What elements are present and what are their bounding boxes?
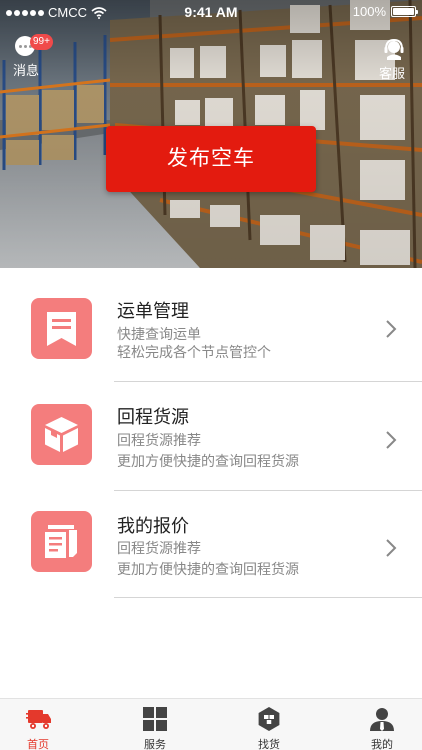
battery-info: 100%	[352, 4, 418, 19]
tab-bar: 首页 服务 找货 我的	[0, 698, 422, 750]
tab-label: 找货	[258, 739, 280, 750]
list-item-description: 更加方便快捷的查询回程货源	[117, 561, 299, 577]
truck-icon	[26, 710, 51, 729]
list-item-subtitle: 回程货源推荐	[117, 432, 201, 448]
box-icon	[31, 404, 92, 465]
support-label: 客服	[378, 66, 405, 81]
bookmark-doc-icon	[31, 298, 92, 359]
list-item-title: 我的报价	[117, 516, 189, 536]
chevron-right-icon	[386, 431, 397, 449]
chevron-right-icon	[386, 320, 397, 338]
hero-banner: CMCC 9:41 AM 100% 99+ 消息 客服 发布空车	[0, 0, 422, 268]
tab-profile[interactable]: 我的	[347, 699, 417, 750]
list-item-title: 回程货源	[117, 407, 189, 427]
tab-find-cargo[interactable]: 找货	[234, 699, 304, 750]
publish-empty-truck-button[interactable]: 发布空车	[106, 126, 316, 192]
tab-label: 服务	[144, 739, 166, 750]
headset-agent-icon	[384, 38, 404, 60]
tab-services[interactable]: 服务	[120, 699, 190, 750]
user-icon	[370, 708, 394, 731]
customer-service-button[interactable]: 客服	[378, 38, 410, 81]
list-item-waybill[interactable]: 运单管理 快捷查询运单 轻松完成各个节点管控个	[0, 268, 422, 376]
battery-level	[393, 8, 414, 15]
messages-button[interactable]: 99+ 消息	[10, 34, 53, 78]
list-item-description: 更加方便快捷的查询回程货源	[117, 453, 299, 469]
chevron-right-icon	[386, 539, 397, 557]
unread-badge: 99+	[30, 34, 53, 50]
battery-icon	[391, 6, 418, 17]
messages-label: 消息	[12, 63, 39, 78]
cargo-hex-icon	[258, 707, 280, 731]
status-bar: CMCC 9:41 AM 100%	[0, 0, 422, 24]
list-item-my-quotes[interactable]: 我的报价 回程货源推荐 更加方便快捷的查询回程货源	[0, 491, 422, 599]
battery-percent: 100%	[352, 4, 386, 19]
list-item-subtitle: 快捷查询运单	[117, 326, 201, 342]
list-item-title: 运单管理	[117, 301, 189, 321]
tab-label: 我的	[371, 739, 393, 750]
list-item-subtitle: 回程货源推荐	[117, 540, 201, 556]
grid-icon	[143, 707, 167, 731]
documents-icon	[31, 511, 92, 572]
list-item-return-cargo[interactable]: 回程货源 回程货源推荐 更加方便快捷的查询回程货源	[0, 382, 422, 490]
tab-label: 首页	[27, 739, 49, 750]
tab-home[interactable]: 首页	[3, 699, 73, 750]
divider	[114, 597, 422, 598]
list-item-description: 轻松完成各个节点管控个	[117, 344, 271, 360]
